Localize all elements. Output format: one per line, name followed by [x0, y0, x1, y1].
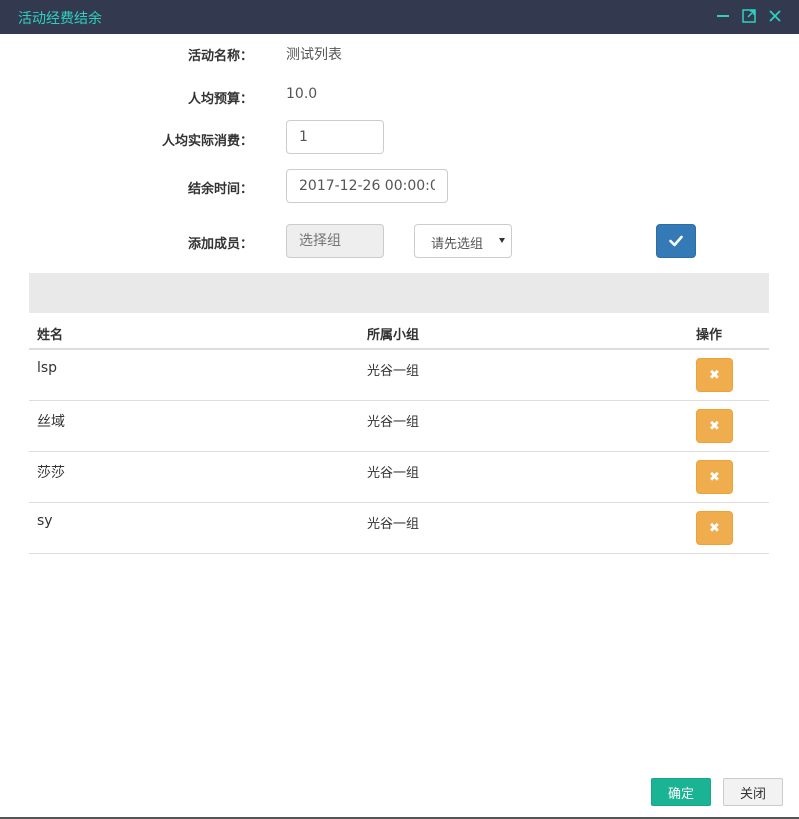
member-name: 莎莎: [37, 465, 65, 481]
check-icon: [669, 235, 683, 247]
actual-spend-label: 人均实际消费：: [161, 134, 253, 149]
member-group: 光谷一组: [367, 466, 420, 481]
table-header: 姓名 所属小组 操作: [29, 313, 769, 350]
column-header-name: 姓名: [37, 328, 64, 343]
window-title: 活动经费结余: [18, 11, 102, 27]
window-controls: [715, 8, 783, 24]
member-select-value: 请先选组: [431, 237, 484, 252]
window-titlebar: 活动经费结余: [0, 0, 799, 34]
group-select-input[interactable]: [286, 224, 384, 258]
member-group: 光谷一组: [367, 415, 420, 430]
actual-spend-input[interactable]: [286, 120, 384, 154]
member-select[interactable]: 请先选组: [414, 224, 512, 258]
delete-icon: ✖: [709, 520, 720, 536]
delete-member-button[interactable]: ✖: [696, 358, 733, 392]
minimize-icon[interactable]: [715, 8, 731, 24]
member-name: sy: [37, 513, 53, 529]
column-header-action: 操作: [696, 328, 723, 343]
column-header-group: 所属小组: [367, 328, 420, 343]
close-icon[interactable]: [767, 8, 783, 24]
delete-icon: ✖: [709, 469, 720, 485]
activity-name-value: 测试列表: [286, 47, 342, 63]
delete-member-button[interactable]: ✖: [696, 409, 733, 443]
delete-icon: ✖: [709, 418, 720, 434]
delete-member-button[interactable]: ✖: [696, 460, 733, 494]
ok-button[interactable]: 确定: [651, 778, 711, 806]
table-row: 莎莎 光谷一组 ✖: [29, 452, 769, 503]
add-members-label: 添加成员：: [187, 237, 253, 252]
table-body: lsp 光谷一组 ✖ 丝域 光谷一组 ✖ 莎莎 光谷一组 ✖ sy 光谷一组 ✖: [29, 350, 769, 554]
member-group: 光谷一组: [367, 364, 420, 379]
budget-label: 人均预算：: [187, 92, 253, 107]
member-group: 光谷一组: [367, 517, 420, 532]
budget-value: 10.0: [286, 86, 318, 102]
table-row: sy 光谷一组 ✖: [29, 503, 769, 554]
delete-icon: ✖: [709, 367, 720, 383]
add-member-confirm-button[interactable]: [656, 224, 696, 258]
close-button[interactable]: 关闭: [723, 778, 783, 806]
member-table: 姓名 所属小组 操作 lsp 光谷一组 ✖ 丝域 光谷一组 ✖ 莎莎 光谷一组 ✖ sy 光谷一组 ✖: [29, 313, 769, 554]
table-row: 丝域 光谷一组 ✖: [29, 401, 769, 452]
toolbar-band: [29, 273, 769, 313]
member-name: 丝域: [37, 414, 65, 430]
activity-name-label: 活动名称：: [187, 49, 253, 64]
balance-time-input[interactable]: [286, 169, 448, 203]
member-name: lsp: [37, 360, 58, 376]
table-row: lsp 光谷一组 ✖: [29, 350, 769, 401]
maximize-icon[interactable]: [741, 8, 757, 24]
balance-time-label: 结余时间：: [187, 182, 253, 197]
caret-down-icon: [499, 238, 505, 243]
delete-member-button[interactable]: ✖: [696, 511, 733, 545]
